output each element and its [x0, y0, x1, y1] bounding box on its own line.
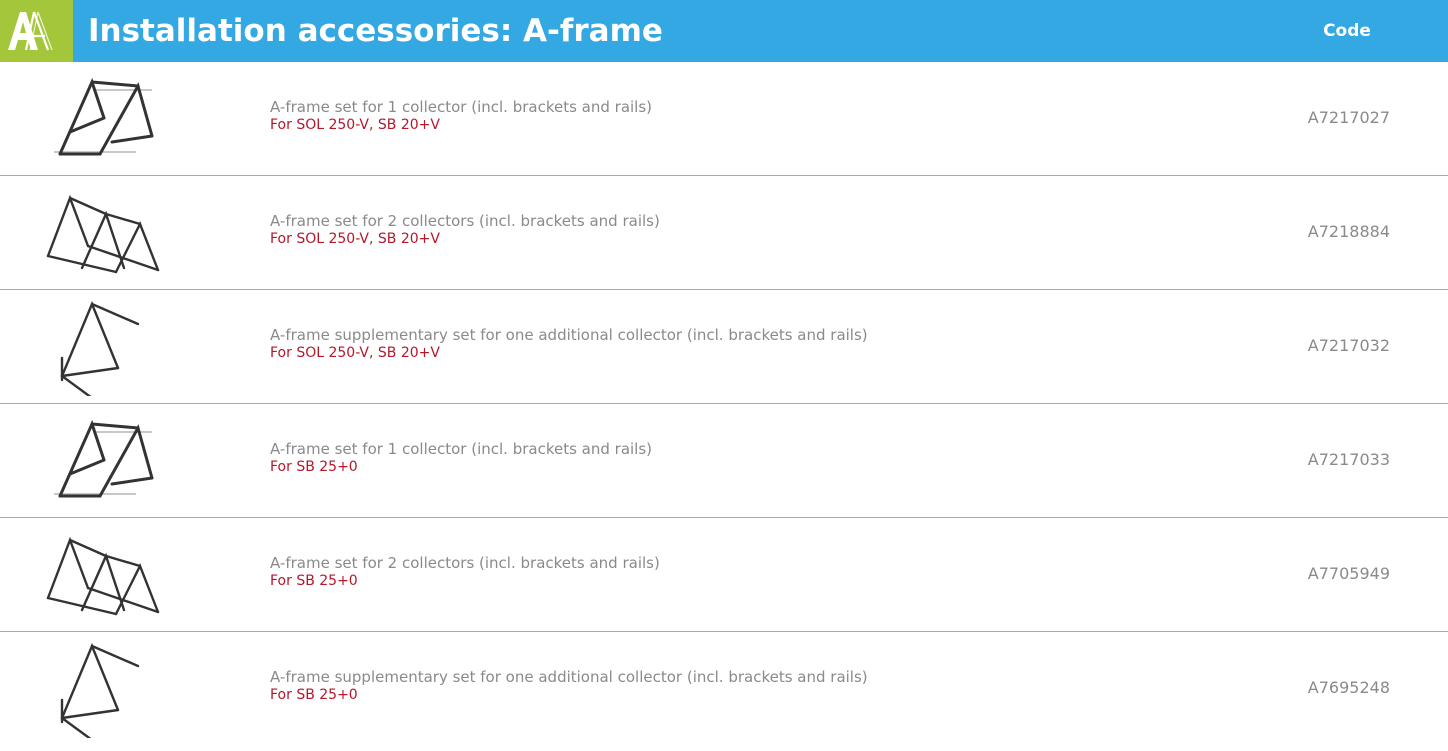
product-description: A-frame supplementary set for one additi… [270, 668, 868, 686]
product-code: A7218884 [1307, 222, 1390, 241]
code-column-header: Code [1323, 21, 1371, 41]
row-text: A-frame set for 1 collector (incl. brack… [270, 98, 1170, 134]
product-code: A7705949 [1307, 564, 1390, 583]
table-row: A-frame supplementary set for one additi… [0, 290, 1448, 404]
a-frame-2-collectors-image [40, 526, 170, 624]
product-compatibility: For SB 25+0 [270, 687, 358, 703]
a-frame-2-collectors-image [40, 184, 170, 282]
product-description: A-frame set for 1 collector (incl. brack… [270, 440, 653, 458]
table-row: A-frame set for 1 collector (incl. brack… [0, 62, 1448, 176]
product-code: A7695248 [1307, 678, 1390, 697]
page-title: Installation accessories: A-frame [88, 13, 663, 49]
product-table: A-frame set for 1 collector (incl. brack… [0, 62, 1448, 751]
product-description: A-frame set for 2 collectors (incl. brac… [270, 554, 660, 572]
product-code: A7217027 [1307, 108, 1390, 127]
product-code: A7217032 [1307, 336, 1390, 355]
product-description: A-frame supplementary set for one additi… [270, 326, 868, 344]
product-compatibility: For SB 25+0 [270, 459, 358, 475]
a-frame-supplementary-image [40, 298, 170, 400]
row-text: A-frame set for 2 collectors (incl. brac… [270, 212, 1170, 248]
a-frame-1-collector-image [40, 412, 170, 510]
product-description: A-frame set for 2 collectors (incl. brac… [270, 212, 660, 230]
product-compatibility: For SB 25+0 [270, 573, 358, 589]
table-row: A-frame set for 2 collectors (incl. brac… [0, 176, 1448, 290]
row-text: A-frame supplementary set for one additi… [270, 326, 1170, 362]
table-row: A-frame supplementary set for one additi… [0, 632, 1448, 751]
product-description: A-frame set for 1 collector (incl. brack… [270, 98, 653, 116]
product-compatibility: For SOL 250-V, SB 20+V [270, 231, 440, 247]
product-compatibility: For SOL 250-V, SB 20+V [270, 117, 440, 133]
table-row: A-frame set for 2 collectors (incl. brac… [0, 518, 1448, 632]
row-text: A-frame set for 1 collector (incl. brack… [270, 440, 1170, 476]
row-text: A-frame set for 2 collectors (incl. brac… [270, 554, 1170, 590]
a-frame-1-collector-image [40, 70, 170, 168]
product-code: A7217033 [1307, 450, 1390, 469]
a-frame-supplementary-image [40, 640, 170, 742]
brand-logo [0, 0, 73, 62]
header-bar: Installation accessories: A-frame Code [0, 0, 1448, 62]
product-compatibility: For SOL 250-V, SB 20+V [270, 345, 440, 361]
row-text: A-frame supplementary set for one additi… [270, 668, 1170, 704]
table-row: A-frame set for 1 collector (incl. brack… [0, 404, 1448, 518]
